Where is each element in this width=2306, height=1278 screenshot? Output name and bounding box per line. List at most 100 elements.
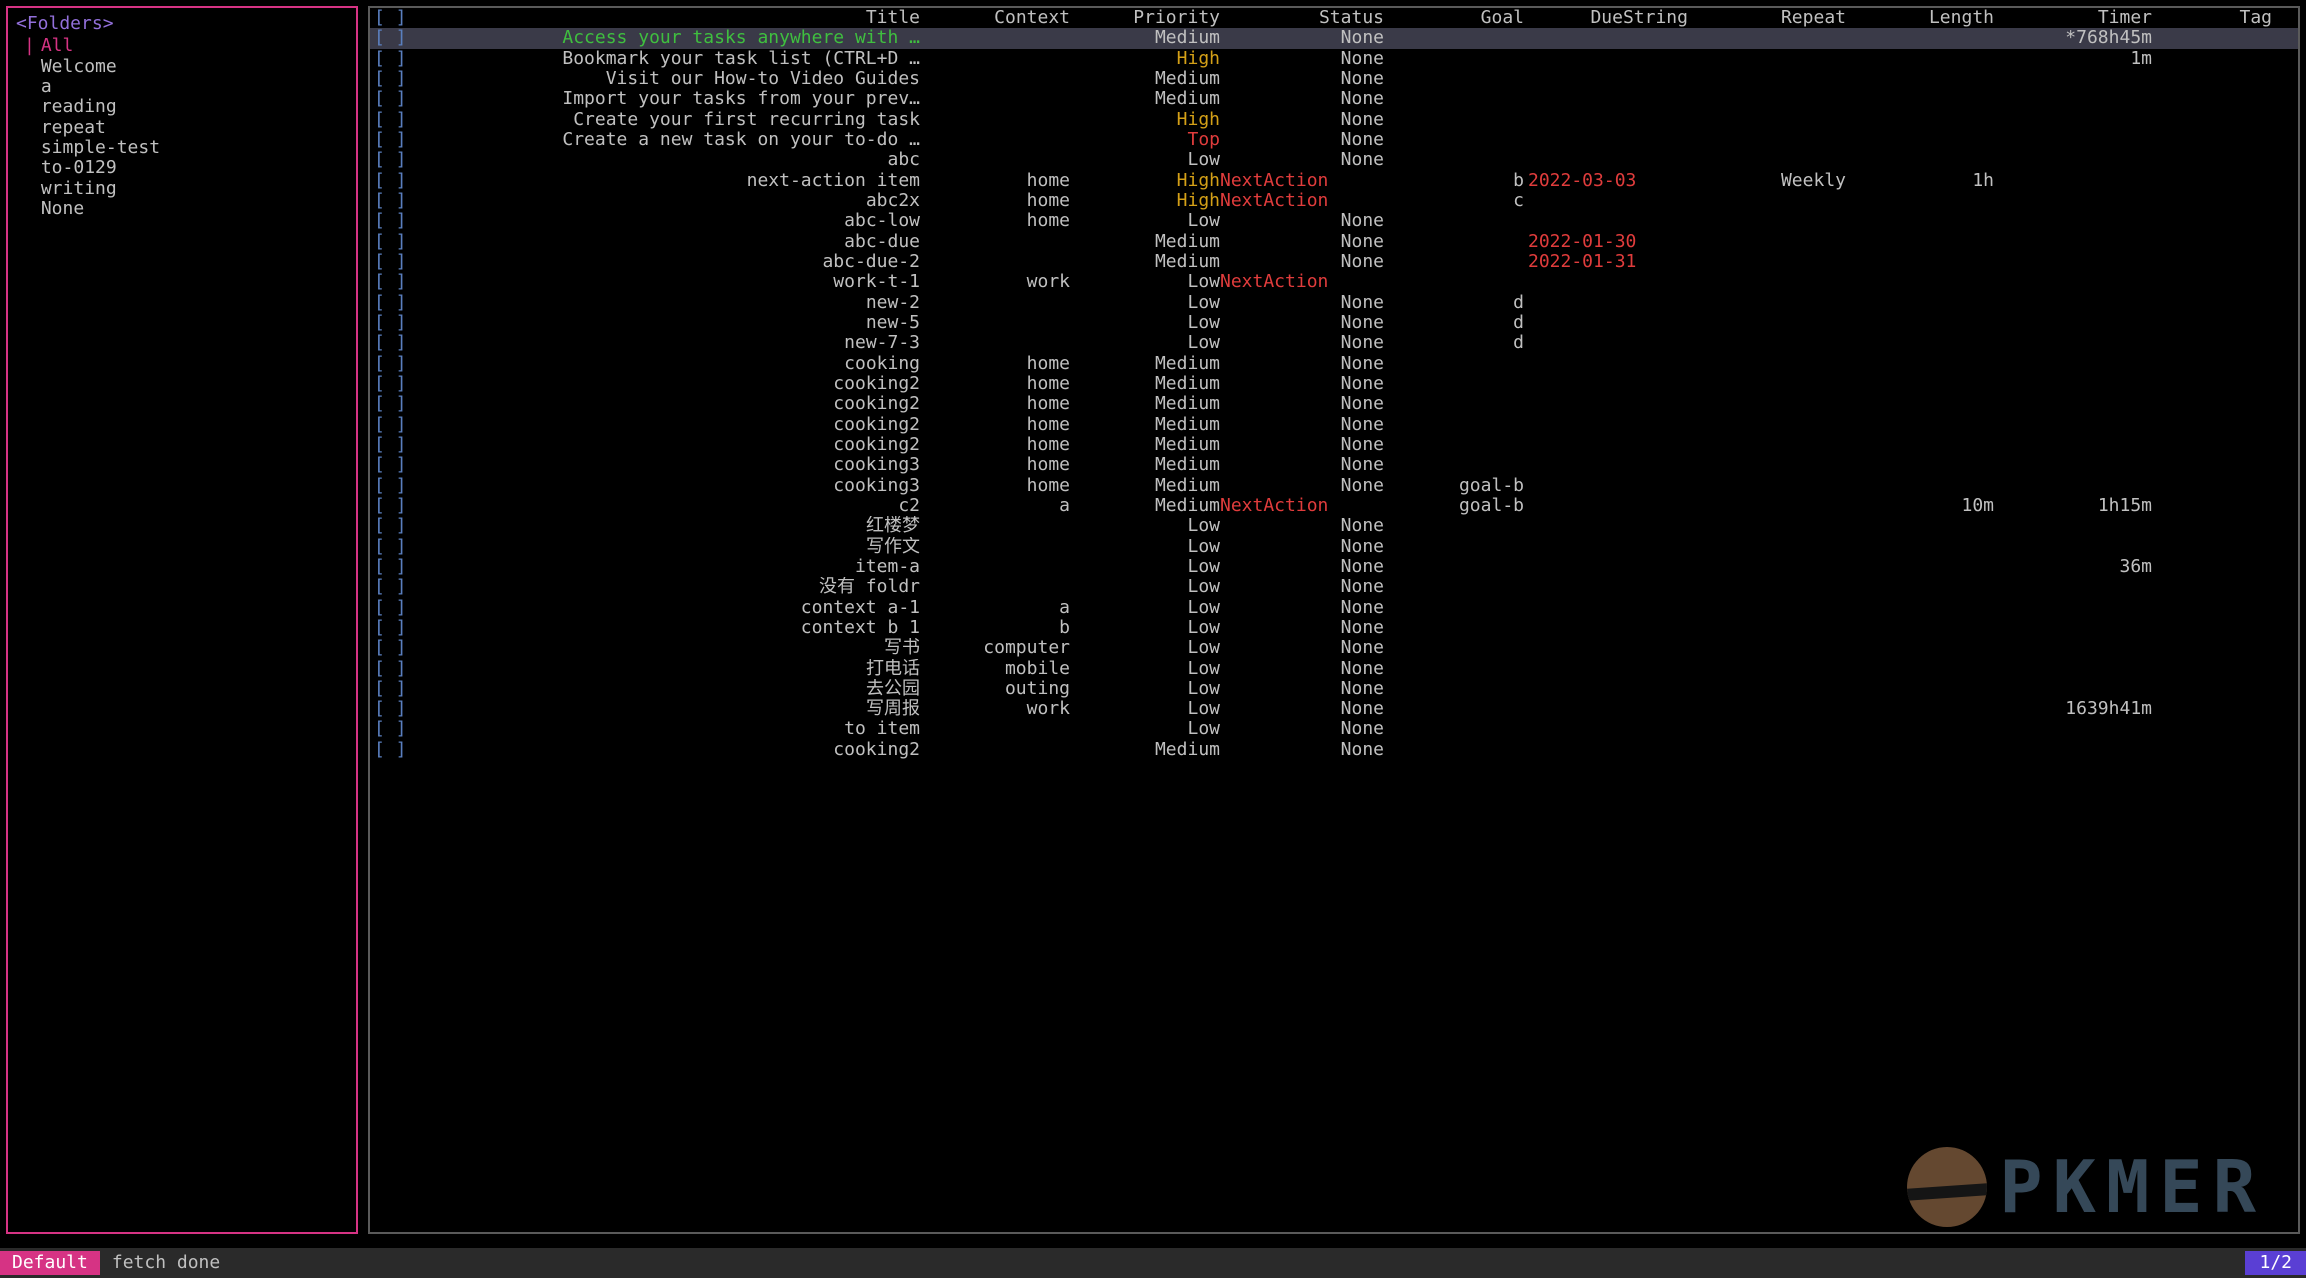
checkbox-icon[interactable]: [ ] [374,394,416,414]
task-title[interactable]: new-2 [416,293,920,313]
table-row[interactable]: [ ]写周报workLowNone1639h41m [370,699,2298,719]
table-row[interactable]: [ ]Import your tasks from your prev…Medi… [370,89,2298,109]
table-row[interactable]: [ ]new-2LowNoned [370,293,2298,313]
task-title[interactable]: cooking3 [416,455,920,475]
task-title[interactable]: abc2x [416,191,920,211]
task-title[interactable]: new-7-3 [416,333,920,353]
task-title[interactable]: abc-due [416,232,920,252]
checkbox-icon[interactable]: [ ] [374,435,416,455]
table-row[interactable]: [ ]Visit our How-to Video GuidesMediumNo… [370,69,2298,89]
col-status[interactable]: Status [1220,8,1384,28]
checkbox-icon[interactable]: [ ] [374,679,416,699]
checkbox-icon[interactable]: [ ] [374,577,416,597]
checkbox-icon[interactable]: [ ] [374,496,416,516]
checkbox-icon[interactable]: [ ] [374,191,416,211]
checkbox-icon[interactable]: [ ] [374,272,416,292]
checkbox-icon[interactable]: [ ] [374,354,416,374]
table-row[interactable]: [ ]Create your first recurring taskHighN… [370,110,2298,130]
task-title[interactable]: cooking2 [416,740,920,760]
checkbox-icon[interactable]: [ ] [374,598,416,618]
checkbox-icon[interactable]: [ ] [374,171,416,191]
task-title[interactable]: Access your tasks anywhere with … [416,28,920,48]
table-row[interactable]: [ ]去公园outingLowNone [370,679,2298,699]
checkbox-icon[interactable]: [ ] [374,313,416,333]
task-title[interactable]: abc-low [416,211,920,231]
table-row[interactable]: [ ]写作文LowNone [370,537,2298,557]
task-title[interactable]: 写书 [416,638,920,658]
table-row[interactable]: [ ]context b 1bLowNone [370,618,2298,638]
table-row[interactable]: [ ]写书computerLowNone [370,638,2298,658]
table-row[interactable]: [ ]打电话mobileLowNone [370,659,2298,679]
checkbox-icon[interactable]: [ ] [374,69,416,89]
task-title[interactable]: abc-due-2 [416,252,920,272]
table-row[interactable]: [ ]new-5LowNoned [370,313,2298,333]
table-row[interactable]: [ ]abc-due-2MediumNone2022-01-31 [370,252,2298,272]
sidebar-item-repeat[interactable]: |repeat [16,118,348,138]
task-title[interactable]: c2 [416,496,920,516]
col-context[interactable]: Context [920,8,1070,28]
sidebar-item-reading[interactable]: |reading [16,97,348,117]
table-row[interactable]: [ ]cooking2homeMediumNone [370,374,2298,394]
checkbox-icon[interactable]: [ ] [374,719,416,739]
checkbox-icon[interactable]: [ ] [374,455,416,475]
col-priority[interactable]: Priority [1070,8,1220,28]
sidebar-item-all[interactable]: |All [16,36,348,56]
task-title[interactable]: item-a [416,557,920,577]
col-tag[interactable]: Tag [2152,8,2272,28]
col-repeat[interactable]: Repeat [1688,8,1846,28]
table-row[interactable]: [ ]红楼梦LowNone [370,516,2298,536]
checkbox-icon[interactable]: [ ] [374,476,416,496]
table-row[interactable]: [ ]没有 foldrLowNone [370,577,2298,597]
checkbox-icon[interactable]: [ ] [374,699,416,719]
task-title[interactable]: Create your first recurring task [416,110,920,130]
checkbox-icon[interactable]: [ ] [374,49,416,69]
sidebar-item-writing[interactable]: |writing [16,179,348,199]
task-title[interactable]: cooking3 [416,476,920,496]
task-title[interactable]: context a-1 [416,598,920,618]
table-row[interactable]: [ ]cooking2homeMediumNone [370,394,2298,414]
checkbox-icon[interactable]: [ ] [374,28,416,48]
checkbox-icon[interactable]: [ ] [374,333,416,353]
table-row[interactable]: [ ]cooking3homeMediumNone [370,455,2298,475]
checkbox-icon[interactable]: [ ] [374,516,416,536]
task-title[interactable]: Import your tasks from your prev… [416,89,920,109]
checkbox-icon[interactable]: [ ] [374,374,416,394]
table-row[interactable]: [ ]to itemLowNone [370,719,2298,739]
table-row[interactable]: [ ]abc-lowhomeLowNone [370,211,2298,231]
col-title[interactable]: Title [416,8,920,28]
checkbox-icon[interactable]: [ ] [374,537,416,557]
task-title[interactable]: 写周报 [416,699,920,719]
checkbox-icon[interactable]: [ ] [374,130,416,150]
task-title[interactable]: 红楼梦 [416,516,920,536]
task-title[interactable]: 写作文 [416,537,920,557]
sidebar-item-a[interactable]: |a [16,77,348,97]
checkbox-icon[interactable]: [ ] [374,618,416,638]
task-title[interactable]: 去公园 [416,679,920,699]
checkbox-icon[interactable]: [ ] [374,638,416,658]
table-row[interactable]: [ ]cooking3homeMediumNonegoal-b [370,476,2298,496]
task-title[interactable]: cooking2 [416,435,920,455]
col-due[interactable]: DueString [1524,8,1688,28]
task-pane[interactable]: [ ] Title Context Priority Status Goal D… [368,6,2300,1234]
checkbox-icon[interactable]: [ ] [374,557,416,577]
table-row[interactable]: [ ]cooking2MediumNone [370,740,2298,760]
checkbox-icon[interactable]: [ ] [374,110,416,130]
checkbox-icon[interactable]: [ ] [374,232,416,252]
task-title[interactable]: abc [416,150,920,170]
table-row[interactable]: [ ]context a-1aLowNone [370,598,2298,618]
col-goal[interactable]: Goal [1384,8,1524,28]
table-row[interactable]: [ ]cookinghomeMediumNone [370,354,2298,374]
table-row[interactable]: [ ]abc2xhomeHighNextActionc [370,191,2298,211]
checkbox-icon[interactable]: [ ] [374,293,416,313]
task-title[interactable]: Visit our How-to Video Guides [416,69,920,89]
table-row[interactable]: [ ]cooking2homeMediumNone [370,435,2298,455]
task-title[interactable]: context b 1 [416,618,920,638]
task-title[interactable]: work-t-1 [416,272,920,292]
checkbox-icon[interactable]: [ ] [374,252,416,272]
task-title[interactable]: to item [416,719,920,739]
checkbox-icon[interactable]: [ ] [374,89,416,109]
checkbox-icon[interactable]: [ ] [374,740,416,760]
table-row[interactable]: [ ]cooking2homeMediumNone [370,415,2298,435]
table-row[interactable]: [ ]c2aMediumNextActiongoal-b10m1h15m [370,496,2298,516]
checkbox-icon[interactable]: [ ] [374,415,416,435]
